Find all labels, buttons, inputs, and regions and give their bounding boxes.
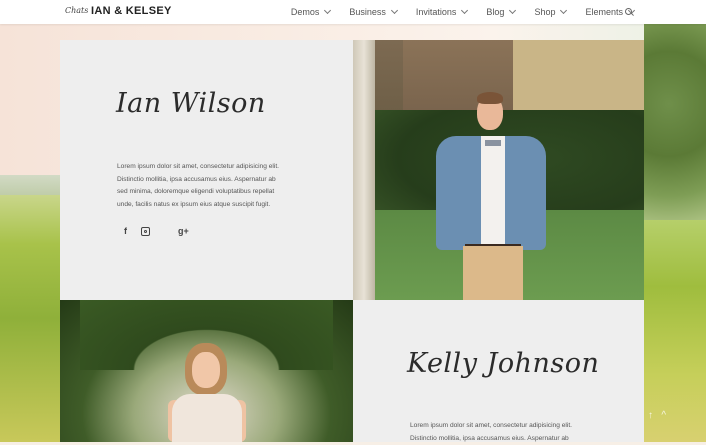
chevron-down-icon	[509, 7, 516, 14]
menu-item-label: Shop	[534, 7, 555, 17]
logo-script[interactable]: Chats	[65, 6, 88, 15]
background-trees-right	[644, 20, 706, 230]
bride-bio: Lorem ipsum dolor sit amet, consectetur …	[410, 420, 600, 445]
menu-item-label: Blog	[486, 7, 504, 17]
menu-item-demos[interactable]: Demos	[291, 7, 331, 17]
bride-dress	[172, 394, 242, 442]
menu-item-blog[interactable]: Blog	[486, 7, 515, 17]
menu-item-label: Business	[349, 7, 386, 17]
chevron-down-icon	[461, 7, 468, 14]
groom-bio-line: sed minima, doloremque eligendi voluptat…	[117, 186, 307, 199]
bride-name: Kelly Johnson	[407, 348, 599, 379]
groom-name: Ian Wilson	[116, 88, 266, 119]
menu-item-invitations[interactable]: Invitations	[416, 7, 468, 17]
groom-info-panel: Ian Wilson Lorem ipsum dolor sit amet, c…	[60, 40, 353, 300]
chevron-down-icon	[324, 7, 331, 14]
instagram-icon[interactable]	[141, 227, 150, 236]
groom-bowtie	[485, 140, 501, 146]
menu-item-label: Demos	[291, 7, 320, 17]
bride-bio-line: Distinctio mollitia, ipsa accusamus eius…	[410, 433, 600, 445]
groom-social-links: f g+	[124, 226, 203, 236]
chevron-down-icon	[391, 7, 398, 14]
menu-item-shop[interactable]: Shop	[534, 7, 566, 17]
search-icon[interactable]	[625, 8, 632, 15]
groom-hair	[477, 92, 503, 104]
groom-bio-line: Lorem ipsum dolor sit amet, consectetur …	[117, 161, 307, 174]
chevron-down-icon	[560, 7, 567, 14]
background-field-left	[0, 195, 62, 442]
top-navigation: Chats IAN & KELSEY Demos Business Invita…	[0, 0, 706, 24]
facebook-icon[interactable]: f	[124, 226, 127, 236]
bride-photo	[60, 300, 353, 442]
photo-window	[513, 40, 644, 115]
menu-item-business[interactable]: Business	[349, 7, 397, 17]
background-field-right	[644, 220, 706, 442]
photo-tree-trunk	[353, 40, 375, 300]
bride-bio-line: Lorem ipsum dolor sit amet, consectetur …	[410, 420, 600, 433]
groom-pants	[463, 246, 523, 300]
scroll-to-top-icon[interactable]: ↑ ^	[648, 410, 666, 421]
groom-bio-line: unde, facilis natus ex ipsum eius atque …	[117, 199, 307, 212]
groom-shirt	[481, 136, 505, 244]
bride-info-panel: Kelly Johnson Lorem ipsum dolor sit amet…	[353, 300, 644, 442]
google-plus-icon[interactable]: g+	[178, 226, 189, 236]
bride-face	[192, 352, 220, 388]
menu-item-label: Elements	[585, 7, 623, 17]
menu-item-label: Invitations	[416, 7, 457, 17]
site-logo[interactable]: IAN & KELSEY	[91, 5, 172, 17]
groom-bio-line: Distinctio mollitia, ipsa accusamus eius…	[117, 174, 307, 187]
groom-photo	[353, 40, 644, 300]
groom-bio: Lorem ipsum dolor sit amet, consectetur …	[117, 161, 307, 211]
main-menu: Demos Business Invitations Blog Shop Ele…	[272, 0, 634, 24]
